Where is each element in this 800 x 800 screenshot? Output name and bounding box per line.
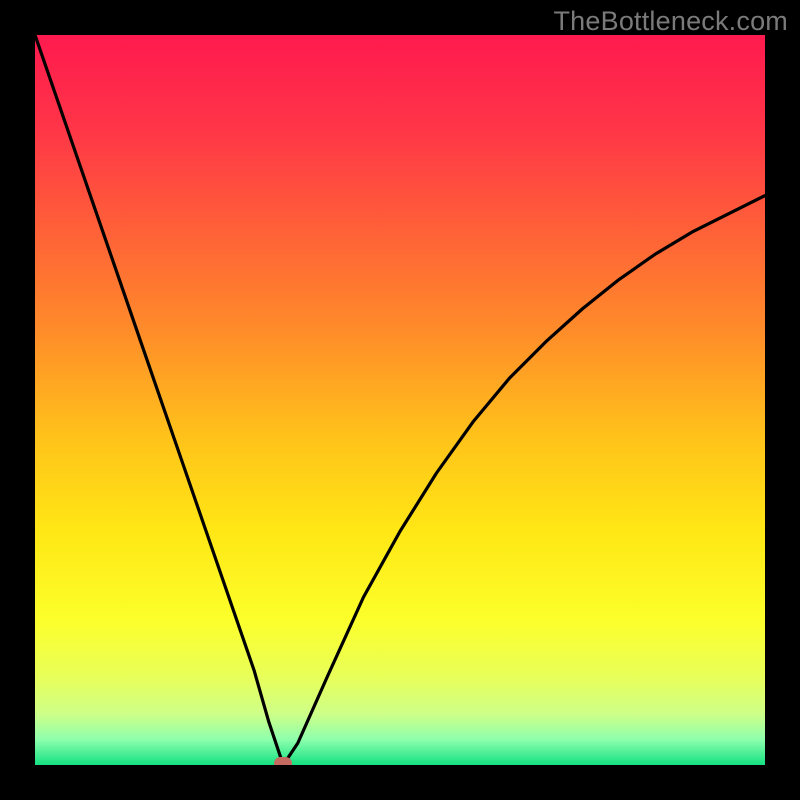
bottleneck-curve (35, 35, 765, 765)
plot-area (35, 35, 765, 765)
chart-frame: TheBottleneck.com (0, 0, 800, 800)
optimal-point-marker (274, 757, 292, 765)
watermark-text: TheBottleneck.com (553, 6, 788, 37)
